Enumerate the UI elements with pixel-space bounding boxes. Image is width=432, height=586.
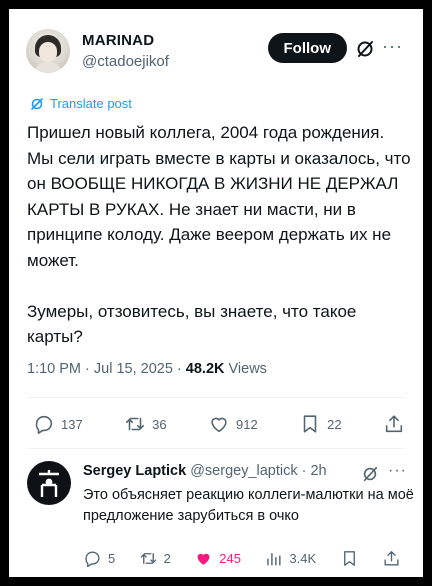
post-card: MARINAD @ctadoejikof Follow ··· Translat… xyxy=(9,9,423,577)
share-button[interactable] xyxy=(383,413,405,435)
grok-icon[interactable] xyxy=(361,465,379,483)
author-name[interactable]: MARINAD xyxy=(82,32,154,49)
author-avatar[interactable] xyxy=(26,29,70,73)
reply-bookmark-button[interactable] xyxy=(340,549,359,568)
reply-like-count: 245 xyxy=(219,550,241,566)
follow-button[interactable]: Follow xyxy=(267,33,347,63)
reply-avatar-logo xyxy=(39,470,59,497)
reply-avatar[interactable] xyxy=(27,461,71,505)
bookmark-button[interactable]: 22 xyxy=(299,413,342,435)
bookmark-count: 22 xyxy=(327,416,342,432)
author-handle[interactable]: @ctadoejikof xyxy=(82,53,169,70)
translate-label: Translate post xyxy=(50,96,132,111)
views-count: 48.2K xyxy=(185,361,225,377)
repost-button[interactable]: 36 xyxy=(124,413,167,435)
like-count: 912 xyxy=(235,416,258,432)
reply-author-name[interactable]: Sergey Laptick xyxy=(83,463,186,479)
repost-count: 36 xyxy=(152,416,167,432)
reply-text: Это объясняет реакцию коллеги-малютки на… xyxy=(83,487,414,524)
reply-share-button[interactable] xyxy=(382,549,401,568)
reply-count: 137 xyxy=(61,416,83,432)
share-icon xyxy=(384,550,399,566)
heart-icon xyxy=(211,417,227,433)
reply-button[interactable]: 137 xyxy=(33,413,83,435)
reply-item[interactable]: Sergey Laptick @sergey_laptick · 2h ··· … xyxy=(27,459,414,569)
divider xyxy=(27,397,405,398)
views-icon xyxy=(267,552,281,566)
avatar-face xyxy=(39,42,57,62)
reply-views-count: 3.4K xyxy=(289,550,317,566)
heart-icon xyxy=(197,553,210,565)
post-text: Пришел новый коллега, 2004 года рождения… xyxy=(27,123,411,346)
reply-reply-count: 5 xyxy=(108,550,116,566)
avatar-body xyxy=(32,62,64,73)
more-options-icon[interactable]: ··· xyxy=(382,37,403,55)
share-icon xyxy=(385,415,403,433)
repost-icon xyxy=(126,417,145,431)
reply-author-meta[interactable]: @sergey_laptick · 2h xyxy=(186,463,326,479)
bookmark-icon xyxy=(303,415,317,433)
reply-icon xyxy=(85,551,100,567)
bookmark-icon xyxy=(343,550,355,566)
post-header: MARINAD @ctadoejikof Follow ··· xyxy=(26,29,409,79)
post-meta: 1:10 PM · Jul 15, 2025 · 48.2K Views xyxy=(27,361,267,377)
translate-post-link[interactable]: Translate post xyxy=(30,96,132,111)
reply-repost-count: 2 xyxy=(163,550,171,566)
reply-icon xyxy=(35,415,53,434)
reply-like-button[interactable]: 245 xyxy=(194,549,241,568)
reply-views-button[interactable]: 3.4K xyxy=(264,549,316,568)
reply-action-bar: 5 2 245 3.4K xyxy=(83,547,401,569)
translate-icon xyxy=(31,97,43,110)
divider xyxy=(27,448,405,449)
post-timestamp[interactable]: 1:10 PM · Jul 15, 2025 · xyxy=(27,361,186,377)
grok-icon[interactable] xyxy=(355,39,375,59)
views-label: Views xyxy=(224,361,267,377)
post-action-bar: 137 36 912 22 xyxy=(33,411,405,437)
reply-repost-button[interactable]: 2 xyxy=(139,549,171,568)
like-button[interactable]: 912 xyxy=(208,413,258,435)
reply-reply-button[interactable]: 5 xyxy=(83,549,115,568)
reply-more-options-icon[interactable]: ··· xyxy=(388,462,407,480)
repost-icon xyxy=(140,552,156,564)
